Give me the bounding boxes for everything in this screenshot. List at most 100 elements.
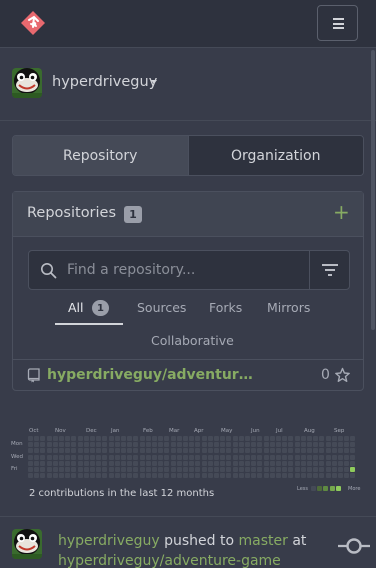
heatmap-cell[interactable]	[338, 460, 343, 466]
heatmap-cell[interactable]	[257, 436, 263, 441]
heatmap-cell[interactable]	[313, 454, 319, 460]
heatmap-cell[interactable]	[201, 473, 207, 479]
heatmap-cell[interactable]	[282, 436, 288, 441]
heatmap-cell[interactable]	[201, 467, 207, 472]
caret-down-icon[interactable]	[151, 80, 157, 84]
heatmap-cell[interactable]	[59, 436, 64, 441]
heatmap-cell[interactable]	[77, 448, 83, 454]
heatmap-cell[interactable]	[28, 460, 33, 466]
heatmap-cell[interactable]	[282, 467, 288, 472]
heatmap-cell[interactable]	[276, 442, 281, 448]
heatmap-cell[interactable]	[28, 448, 33, 454]
heatmap-cell[interactable]	[183, 467, 188, 472]
heatmap-cell[interactable]	[331, 473, 337, 479]
heatmap-cell[interactable]	[294, 454, 300, 460]
heatmap-cell[interactable]	[220, 467, 226, 472]
heatmap-cell[interactable]	[189, 448, 195, 454]
heatmap-cell[interactable]	[28, 436, 33, 441]
heatmap-cell[interactable]	[183, 473, 188, 479]
heatmap-cell[interactable]	[108, 460, 114, 466]
heatmap-cell[interactable]	[71, 454, 77, 460]
tab-forks[interactable]: Forks	[209, 300, 242, 315]
heatmap-cell[interactable]	[276, 454, 281, 460]
heatmap-cell[interactable]	[127, 454, 133, 460]
heatmap-cell[interactable]	[145, 448, 151, 454]
heatmap-cell[interactable]	[158, 436, 164, 441]
feed-avatar[interactable]	[12, 529, 42, 559]
heatmap-cell[interactable]	[176, 442, 182, 448]
heatmap-cell[interactable]	[257, 454, 263, 460]
heatmap-cell[interactable]	[232, 473, 238, 479]
heatmap-cell[interactable]	[83, 436, 89, 441]
heatmap-cell[interactable]	[350, 442, 356, 448]
heatmap-cell[interactable]	[102, 473, 108, 479]
heatmap-cell[interactable]	[214, 473, 219, 479]
heatmap-cell[interactable]	[189, 454, 195, 460]
heatmap-cell[interactable]	[96, 436, 102, 441]
heatmap-cell[interactable]	[263, 448, 269, 454]
heatmap-cell[interactable]	[294, 436, 300, 441]
heatmap-cell[interactable]	[52, 436, 58, 441]
heatmap-cell[interactable]	[121, 467, 126, 472]
heatmap-cell[interactable]	[59, 460, 64, 466]
heatmap-cell[interactable]	[269, 454, 275, 460]
heatmap-cell[interactable]	[226, 448, 232, 454]
heatmap-cell[interactable]	[59, 442, 64, 448]
heatmap-cell[interactable]	[220, 473, 226, 479]
heatmap-cell[interactable]	[71, 442, 77, 448]
heatmap-cell[interactable]	[319, 460, 325, 466]
heatmap-cell[interactable]	[232, 448, 238, 454]
tab-all[interactable]: All	[68, 300, 84, 315]
heatmap-cell[interactable]	[108, 473, 114, 479]
heatmap-cell[interactable]	[164, 460, 170, 466]
heatmap-cell[interactable]	[145, 442, 151, 448]
heatmap-cell[interactable]	[183, 448, 188, 454]
heatmap-cell[interactable]	[133, 467, 139, 472]
heatmap-cell[interactable]	[245, 448, 250, 454]
heatmap-cell[interactable]	[40, 467, 46, 472]
heatmap-cell[interactable]	[189, 460, 195, 466]
heatmap-cell[interactable]	[350, 436, 356, 441]
heatmap-cell[interactable]	[152, 454, 157, 460]
heatmap-cell[interactable]	[59, 454, 64, 460]
heatmap-cell[interactable]	[269, 436, 275, 441]
heatmap-cell[interactable]	[282, 448, 288, 454]
heatmap-cell[interactable]	[195, 467, 201, 472]
heatmap-cell[interactable]	[307, 436, 312, 441]
heatmap-cell[interactable]	[40, 442, 46, 448]
heatmap-cell[interactable]	[183, 460, 188, 466]
heatmap-cell[interactable]	[114, 442, 120, 448]
heatmap-cell[interactable]	[96, 473, 102, 479]
heatmap-cell[interactable]	[77, 454, 83, 460]
heatmap-cell[interactable]	[300, 436, 306, 441]
heatmap-cell[interactable]	[90, 442, 95, 448]
heatmap-cell[interactable]	[214, 467, 219, 472]
heatmap-cell[interactable]	[176, 454, 182, 460]
heatmap-cell[interactable]	[288, 436, 294, 441]
heatmap-cell[interactable]	[214, 442, 219, 448]
heatmap-cell[interactable]	[65, 442, 71, 448]
heatmap-cell[interactable]	[90, 454, 95, 460]
heatmap-cell[interactable]	[226, 467, 232, 472]
heatmap-cell[interactable]	[164, 467, 170, 472]
heatmap-cell[interactable]	[108, 436, 114, 441]
heatmap-cell[interactable]	[176, 436, 182, 441]
heatmap-cell[interactable]	[34, 467, 40, 472]
heatmap-cell[interactable]	[282, 460, 288, 466]
heatmap-cell[interactable]	[145, 460, 151, 466]
heatmap-cell[interactable]	[276, 460, 281, 466]
heatmap-cell[interactable]	[59, 448, 64, 454]
heatmap-cell[interactable]	[220, 442, 226, 448]
heatmap-cell[interactable]	[220, 454, 226, 460]
heatmap-cell[interactable]	[207, 436, 213, 441]
heatmap-cell[interactable]	[164, 436, 170, 441]
heatmap-cell[interactable]	[307, 467, 312, 472]
heatmap-cell[interactable]	[102, 460, 108, 466]
heatmap-cell[interactable]	[245, 460, 250, 466]
heatmap-cell[interactable]	[257, 467, 263, 472]
heatmap-cell[interactable]	[214, 460, 219, 466]
heatmap-cell[interactable]	[77, 460, 83, 466]
heatmap-cell[interactable]	[77, 473, 83, 479]
heatmap-cell[interactable]	[158, 473, 164, 479]
heatmap-cell[interactable]	[83, 467, 89, 472]
